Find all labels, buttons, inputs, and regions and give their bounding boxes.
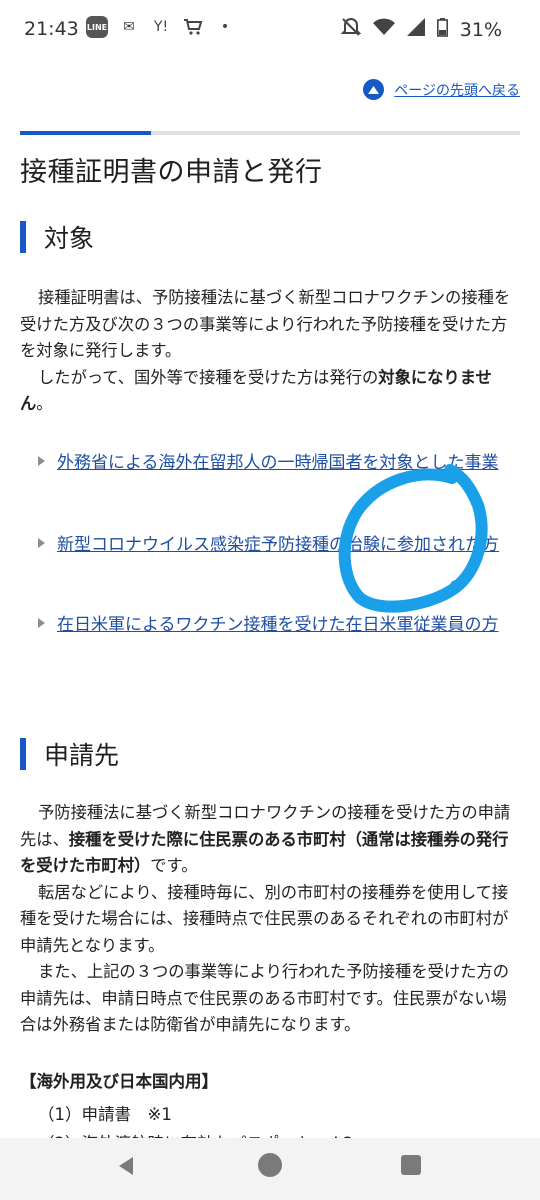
status-time: 21:43 xyxy=(24,18,79,40)
yahoo-icon: Y! xyxy=(153,19,169,35)
section-divider xyxy=(20,131,520,135)
battery-icon xyxy=(436,17,448,42)
list-item: （1）申請書 ※1 xyxy=(38,1105,172,1124)
page-title: 接種証明書の申請と発行 xyxy=(20,157,323,188)
list-item[interactable]: 新型コロナウイルス感染症予防接種の治験に参加された方 xyxy=(38,531,520,560)
line-icon: LINE xyxy=(86,16,108,38)
wifi-icon xyxy=(372,18,395,41)
back-to-top-link[interactable]: ページの先頭へ戻る xyxy=(394,80,520,100)
link-us-forces[interactable]: 在日米軍によるワクチン接種を受けた在日米軍従業員の方 xyxy=(57,611,499,640)
section-divider-active xyxy=(20,131,151,135)
list-item[interactable]: 在日米軍によるワクチン接種を受けた在日米軍従業員の方 xyxy=(38,611,520,640)
triangle-bullet-icon xyxy=(38,618,45,628)
section-heading-target: 対象 xyxy=(20,219,94,255)
system-status-icons: 31% xyxy=(340,17,502,42)
mail-icon: ✉ xyxy=(123,19,135,35)
section-heading-apply: 申請先 xyxy=(20,736,119,772)
list-item[interactable]: 外務省による海外在留邦人の一時帰国者を対象とした事業 xyxy=(38,449,520,478)
cart-icon xyxy=(182,16,204,38)
arrow-up-icon xyxy=(363,79,385,100)
status-dot: • xyxy=(220,19,230,35)
section-heading-text: 対象 xyxy=(44,224,95,253)
apply-para-1b: 接種を受けた際に住民票のある市町村（通常は接種券の発行を受けた市町村） xyxy=(20,829,509,876)
system-nav-bar xyxy=(0,1138,540,1200)
link-clinical-trial[interactable]: 新型コロナウイルス感染症予防接種の治験に参加された方 xyxy=(57,531,499,560)
apply-para-3: また、上記の３つの事業等により行われた予防接種を受けた方の申請先は、申請日時点で… xyxy=(20,962,510,1034)
target-para-1: 接種証明書は、予防接種法に基づく新型コロナワクチンの接種を受けた方及び次の３つの… xyxy=(20,288,511,360)
heading-bar xyxy=(20,738,26,770)
triangle-bullet-icon xyxy=(38,538,45,548)
section-heading-text: 申請先 xyxy=(44,741,120,770)
link-overseas-returnees[interactable]: 外務省による海外在留邦人の一時帰国者を対象とした事業 xyxy=(57,449,499,478)
mute-icon xyxy=(340,17,362,42)
back-icon[interactable] xyxy=(119,1157,133,1175)
apply-para-1c: です。 xyxy=(150,856,198,875)
home-icon[interactable] xyxy=(258,1153,282,1177)
heading-bar xyxy=(20,221,26,253)
signal-icon xyxy=(406,18,425,41)
triangle-bullet-icon xyxy=(38,456,45,466)
notification-icons: LINE ✉ Y! • xyxy=(86,16,236,38)
back-to-top[interactable]: ページの先頭へ戻る xyxy=(363,79,520,100)
apply-para-2: 転居などにより、接種時毎に、別の市町村の接種券を使用して接種を受けた場合には、接… xyxy=(20,882,509,955)
target-paragraph: 接種証明書は、予防接種法に基づく新型コロナワクチンの接種を受けた方及び次の３つの… xyxy=(20,285,520,418)
subsection-heading: 【海外用及び日本国内用】 xyxy=(20,1072,218,1091)
battery-percent: 31% xyxy=(459,18,502,41)
target-para-2a: したがって、国外等で接種を受けた方は発行の xyxy=(38,367,379,387)
status-bar: 21:43 LINE ✉ Y! • 31% xyxy=(0,0,540,64)
target-para-2c: 。 xyxy=(36,394,53,413)
apply-paragraph: 予防接種法に基づく新型コロナワクチンの接種を受けた方の申請先は、接種を受けた際に… xyxy=(20,800,520,1039)
recent-apps-icon[interactable] xyxy=(401,1155,421,1175)
